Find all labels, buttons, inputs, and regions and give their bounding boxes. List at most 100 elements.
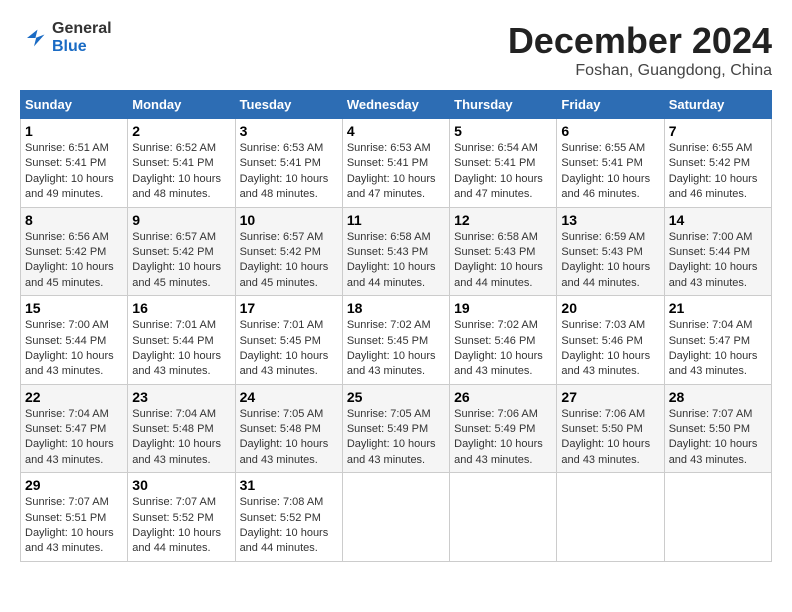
calendar-cell: 29Sunrise: 7:07 AM Sunset: 5:51 PM Dayli… <box>21 473 128 562</box>
day-info: Sunrise: 7:06 AM Sunset: 5:50 PM Dayligh… <box>561 407 659 469</box>
day-info: Sunrise: 7:01 AM Sunset: 5:45 PM Dayligh… <box>240 318 338 380</box>
day-info: Sunrise: 7:04 AM Sunset: 5:47 PM Dayligh… <box>25 407 123 469</box>
day-number: 23 <box>132 389 230 405</box>
calendar-cell: 23 Sunrise: 7:04 AM Sunset: 5:48 PM Dayli… <box>128 384 235 473</box>
day-info: Sunrise: 7:05 AM Sunset: 5:48 PM Dayligh… <box>240 407 338 469</box>
day-info: Sunrise: 7:00 AM Sunset: 5:44 PM Dayligh… <box>25 318 123 380</box>
calendar-cell: 1 Sunrise: 6:51 AM Sunset: 5:41 PM Daylig… <box>21 119 128 208</box>
calendar-cell: 17 Sunrise: 7:01 AM Sunset: 5:45 PM Dayli… <box>235 296 342 385</box>
day-number: 31 <box>240 477 338 493</box>
weekday-header: Monday <box>128 91 235 119</box>
day-info: Sunrise: 7:05 AM Sunset: 5:49 PM Dayligh… <box>347 407 445 469</box>
day-info: Sunrise: 6:58 AM Sunset: 5:43 PM Dayligh… <box>347 230 445 292</box>
day-info: Sunrise: 6:53 AM Sunset: 5:41 PM Dayligh… <box>240 141 338 203</box>
day-number: 29 <box>25 477 123 493</box>
day-number: 22 <box>25 389 123 405</box>
logo-blue: Blue <box>52 38 112 56</box>
calendar-week: 22 Sunrise: 7:04 AM Sunset: 5:47 PM Dayli… <box>21 384 772 473</box>
calendar-cell: 28 Sunrise: 7:07 AM Sunset: 5:50 PM Dayli… <box>664 384 771 473</box>
day-info: Sunrise: 6:53 AM Sunset: 5:41 PM Dayligh… <box>347 141 445 203</box>
day-info: Sunrise: 7:07 AM Sunset: 5:52 PM Dayligh… <box>132 495 230 557</box>
day-number: 1 <box>25 123 123 139</box>
calendar-cell: 6 Sunrise: 6:55 AM Sunset: 5:41 PM Daylig… <box>557 119 664 208</box>
calendar-cell: 14 Sunrise: 7:00 AM Sunset: 5:44 PM Dayli… <box>664 207 771 296</box>
weekday-header: Tuesday <box>235 91 342 119</box>
day-number: 19 <box>454 300 552 316</box>
calendar-cell: 8 Sunrise: 6:56 AM Sunset: 5:42 PM Daylig… <box>21 207 128 296</box>
day-info: Sunrise: 7:08 AM Sunset: 5:52 PM Dayligh… <box>240 495 338 557</box>
calendar-cell: 10Sunrise: 6:57 AM Sunset: 5:42 PM Dayli… <box>235 207 342 296</box>
day-info: Sunrise: 7:03 AM Sunset: 5:46 PM Dayligh… <box>561 318 659 380</box>
calendar-cell <box>664 473 771 562</box>
day-number: 8 <box>25 212 123 228</box>
weekday-header: Friday <box>557 91 664 119</box>
weekday-header: Saturday <box>664 91 771 119</box>
calendar-week: 15Sunrise: 7:00 AM Sunset: 5:44 PM Dayli… <box>21 296 772 385</box>
day-info: Sunrise: 7:02 AM Sunset: 5:45 PM Dayligh… <box>347 318 445 380</box>
day-info: Sunrise: 6:59 AM Sunset: 5:43 PM Dayligh… <box>561 230 659 292</box>
day-number: 20 <box>561 300 659 316</box>
calendar-cell: 15Sunrise: 7:00 AM Sunset: 5:44 PM Dayli… <box>21 296 128 385</box>
day-number: 26 <box>454 389 552 405</box>
weekday-header: Thursday <box>450 91 557 119</box>
calendar-cell: 16 Sunrise: 7:01 AM Sunset: 5:44 PM Dayli… <box>128 296 235 385</box>
calendar-cell: 19 Sunrise: 7:02 AM Sunset: 5:46 PM Dayli… <box>450 296 557 385</box>
day-number: 12 <box>454 212 552 228</box>
day-info: Sunrise: 7:00 AM Sunset: 5:44 PM Dayligh… <box>669 230 767 292</box>
calendar-cell: 11 Sunrise: 6:58 AM Sunset: 5:43 PM Dayli… <box>342 207 449 296</box>
day-info: Sunrise: 6:58 AM Sunset: 5:43 PM Dayligh… <box>454 230 552 292</box>
day-info: Sunrise: 7:04 AM Sunset: 5:47 PM Dayligh… <box>669 318 767 380</box>
day-info: Sunrise: 7:07 AM Sunset: 5:50 PM Dayligh… <box>669 407 767 469</box>
calendar-cell: 18 Sunrise: 7:02 AM Sunset: 5:45 PM Dayli… <box>342 296 449 385</box>
day-info: Sunrise: 7:01 AM Sunset: 5:44 PM Dayligh… <box>132 318 230 380</box>
calendar-cell: 5Sunrise: 6:54 AM Sunset: 5:41 PM Daylig… <box>450 119 557 208</box>
day-number: 16 <box>132 300 230 316</box>
weekday-header: Sunday <box>21 91 128 119</box>
day-number: 11 <box>347 212 445 228</box>
day-number: 18 <box>347 300 445 316</box>
location: Foshan, Guangdong, China <box>508 62 772 80</box>
day-info: Sunrise: 7:02 AM Sunset: 5:46 PM Dayligh… <box>454 318 552 380</box>
logo: General Blue <box>20 20 112 55</box>
day-info: Sunrise: 6:51 AM Sunset: 5:41 PM Dayligh… <box>25 141 123 203</box>
calendar-cell: 4Sunrise: 6:53 AM Sunset: 5:41 PM Daylig… <box>342 119 449 208</box>
day-number: 17 <box>240 300 338 316</box>
day-number: 28 <box>669 389 767 405</box>
calendar-cell: 30 Sunrise: 7:07 AM Sunset: 5:52 PM Dayli… <box>128 473 235 562</box>
calendar-week: 1 Sunrise: 6:51 AM Sunset: 5:41 PM Daylig… <box>21 119 772 208</box>
calendar-cell <box>557 473 664 562</box>
month-title: December 2024 <box>508 20 772 62</box>
calendar-cell: 22 Sunrise: 7:04 AM Sunset: 5:47 PM Dayli… <box>21 384 128 473</box>
day-number: 7 <box>669 123 767 139</box>
calendar-cell: 3 Sunrise: 6:53 AM Sunset: 5:41 PM Daylig… <box>235 119 342 208</box>
weekday-header: Wednesday <box>342 91 449 119</box>
day-number: 3 <box>240 123 338 139</box>
day-info: Sunrise: 6:57 AM Sunset: 5:42 PM Dayligh… <box>240 230 338 292</box>
day-info: Sunrise: 6:55 AM Sunset: 5:41 PM Dayligh… <box>561 141 659 203</box>
day-number: 24 <box>240 389 338 405</box>
day-info: Sunrise: 7:06 AM Sunset: 5:49 PM Dayligh… <box>454 407 552 469</box>
calendar-cell: 31 Sunrise: 7:08 AM Sunset: 5:52 PM Dayli… <box>235 473 342 562</box>
calendar-cell: 7 Sunrise: 6:55 AM Sunset: 5:42 PM Daylig… <box>664 119 771 208</box>
calendar-cell: 9Sunrise: 6:57 AM Sunset: 5:42 PM Daylig… <box>128 207 235 296</box>
day-info: Sunrise: 6:55 AM Sunset: 5:42 PM Dayligh… <box>669 141 767 203</box>
day-number: 13 <box>561 212 659 228</box>
calendar-cell: 12 Sunrise: 6:58 AM Sunset: 5:43 PM Dayli… <box>450 207 557 296</box>
calendar-cell: 13 Sunrise: 6:59 AM Sunset: 5:43 PM Dayli… <box>557 207 664 296</box>
day-number: 6 <box>561 123 659 139</box>
day-info: Sunrise: 6:56 AM Sunset: 5:42 PM Dayligh… <box>25 230 123 292</box>
day-info: Sunrise: 6:52 AM Sunset: 5:41 PM Dayligh… <box>132 141 230 203</box>
calendar-header: SundayMondayTuesdayWednesdayThursdayFrid… <box>21 91 772 119</box>
day-number: 5 <box>454 123 552 139</box>
calendar-cell: 24 Sunrise: 7:05 AM Sunset: 5:48 PM Dayli… <box>235 384 342 473</box>
calendar-cell: 27Sunrise: 7:06 AM Sunset: 5:50 PM Dayli… <box>557 384 664 473</box>
calendar-body: 1 Sunrise: 6:51 AM Sunset: 5:41 PM Daylig… <box>21 119 772 562</box>
day-info: Sunrise: 6:57 AM Sunset: 5:42 PM Dayligh… <box>132 230 230 292</box>
page-header: General Blue December 2024 Foshan, Guang… <box>20 20 772 80</box>
calendar: SundayMondayTuesdayWednesdayThursdayFrid… <box>20 90 772 562</box>
day-info: Sunrise: 7:04 AM Sunset: 5:48 PM Dayligh… <box>132 407 230 469</box>
day-number: 30 <box>132 477 230 493</box>
logo-text: General Blue <box>52 20 112 55</box>
day-number: 14 <box>669 212 767 228</box>
calendar-cell: 21Sunrise: 7:04 AM Sunset: 5:47 PM Dayli… <box>664 296 771 385</box>
